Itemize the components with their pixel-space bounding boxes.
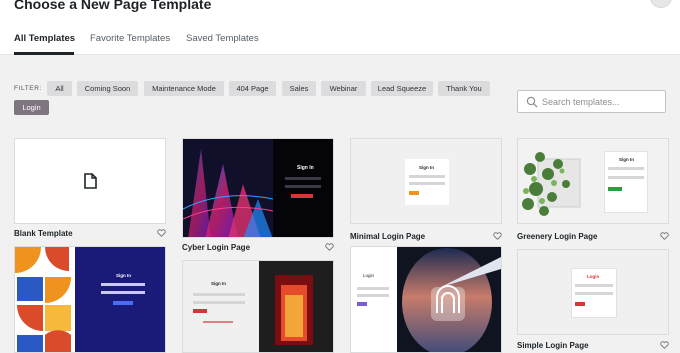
filter-chip-maintenance-mode[interactable]: Maintenance Mode bbox=[144, 81, 224, 96]
template-title: Greenery Login Page bbox=[517, 232, 598, 241]
preview-input bbox=[409, 182, 445, 185]
row2-preview-heading-2: Sign In bbox=[211, 281, 226, 286]
template-card-cyber[interactable]: Sign In bbox=[182, 138, 334, 238]
heart-icon[interactable] bbox=[325, 243, 334, 251]
row2-preview-heading-1: Sign In bbox=[116, 273, 131, 278]
greenery-preview-heading: Sign In bbox=[619, 157, 634, 162]
preview-input bbox=[575, 292, 613, 295]
template-card-minimal[interactable]: Sign In bbox=[350, 138, 502, 224]
modal-header: Choose a New Page Template All Templates… bbox=[0, 0, 680, 55]
template-card-simple[interactable]: Login bbox=[517, 249, 669, 335]
geometric-artwork bbox=[15, 247, 145, 352]
minimal-preview-heading: Sign In bbox=[419, 165, 434, 170]
row2-preview-heading-3: Login bbox=[363, 273, 375, 278]
template-title: Blank Template bbox=[14, 229, 73, 238]
template-card-geometric[interactable]: Sign In bbox=[14, 246, 166, 353]
filter-label: FILTER: bbox=[14, 85, 42, 92]
close-button[interactable] bbox=[650, 0, 672, 8]
cyber-artwork bbox=[183, 139, 333, 237]
simple-preview-heading: Login bbox=[587, 274, 600, 279]
filter-chip-thank-you[interactable]: Thank You bbox=[438, 81, 490, 96]
search-input[interactable]: Search templates... bbox=[517, 90, 666, 113]
template-card-greenery[interactable]: Sign In bbox=[517, 138, 669, 224]
template-title: Simple Login Page bbox=[517, 341, 589, 350]
tab-favorite-templates[interactable]: Favorite Templates bbox=[90, 33, 170, 44]
filter-chip-lead-squeeze[interactable]: Lead Squeeze bbox=[371, 81, 433, 96]
filter-chip-login[interactable]: Login bbox=[14, 100, 49, 115]
preview-button bbox=[409, 191, 419, 195]
tab-all-templates[interactable]: All Templates bbox=[14, 33, 75, 44]
filter-chip-404-page[interactable]: 404 Page bbox=[229, 81, 276, 96]
tab-saved-templates[interactable]: Saved Templates bbox=[186, 33, 259, 44]
template-title: Minimal Login Page bbox=[350, 232, 426, 241]
filter-chip-coming-soon[interactable]: Coming Soon bbox=[77, 81, 138, 96]
search-placeholder: Search templates... bbox=[542, 97, 620, 107]
active-tab-indicator bbox=[14, 52, 74, 55]
template-card-door[interactable]: Sign In bbox=[182, 260, 334, 353]
preview-button bbox=[575, 302, 585, 306]
filter-chip-webinar[interactable]: Webinar bbox=[321, 81, 366, 96]
preview-input bbox=[608, 176, 644, 179]
preview-input bbox=[575, 284, 613, 287]
airplane-window-artwork bbox=[357, 247, 501, 352]
template-title: Cyber Login Page bbox=[182, 243, 251, 252]
page-title: Choose a New Page Template bbox=[14, 0, 212, 12]
filter-chip-all[interactable]: All bbox=[47, 81, 72, 96]
search-icon bbox=[526, 96, 538, 108]
filter-chip-sales[interactable]: Sales bbox=[282, 81, 316, 96]
preview-input bbox=[608, 167, 644, 170]
preview-input bbox=[409, 175, 445, 178]
cyber-preview-heading: Sign In bbox=[297, 165, 314, 171]
door-artwork bbox=[193, 261, 333, 352]
preview-button bbox=[608, 187, 622, 191]
heart-icon[interactable] bbox=[157, 229, 166, 237]
template-card-airplane[interactable]: Login bbox=[350, 246, 502, 353]
blank-page-icon bbox=[84, 173, 97, 189]
heart-icon[interactable] bbox=[493, 232, 502, 240]
heart-icon[interactable] bbox=[660, 341, 669, 349]
heart-icon[interactable] bbox=[660, 232, 669, 240]
template-card-blank[interactable] bbox=[14, 138, 166, 224]
